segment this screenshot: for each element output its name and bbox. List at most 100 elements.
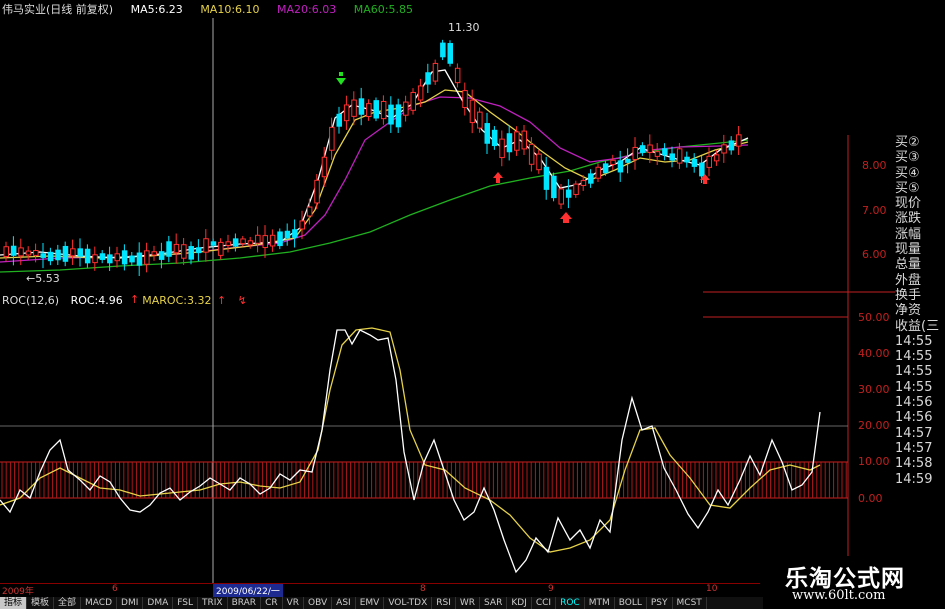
tab-dmi[interactable]: DMI (117, 597, 144, 609)
candle-body (602, 163, 609, 174)
tab-roc[interactable]: ROC (556, 597, 585, 609)
candle-body (462, 90, 468, 108)
quote-field-label: 总量 (895, 257, 922, 273)
candle-body (595, 166, 601, 179)
tab-全部[interactable]: 全部 (54, 597, 82, 609)
tab-rsi[interactable]: RSI (432, 597, 456, 609)
quote-field-label: 外盘 (895, 272, 922, 288)
candle-body (662, 148, 668, 156)
candlestick-series (3, 39, 742, 276)
candle-body (417, 85, 424, 101)
candle-body (647, 144, 653, 153)
tab-emv[interactable]: EMV (356, 597, 385, 609)
low-price-label: ←5.53 (26, 272, 60, 285)
candle-body (158, 251, 165, 260)
tick-time: 14:55 (895, 349, 933, 365)
tab-sar[interactable]: SAR (480, 597, 508, 609)
candle-body (247, 240, 254, 246)
tab-模板[interactable]: 模板 (27, 597, 55, 609)
candle-body (40, 253, 46, 258)
up-arrow-icon (493, 172, 503, 183)
quote-field-label: 现价 (895, 196, 922, 212)
candle-body (121, 250, 128, 265)
candle-body (181, 244, 187, 259)
candle-body (536, 153, 542, 171)
quote-field-label: 收益(三 (895, 318, 940, 334)
date-label: 6 (112, 584, 118, 594)
tick-time: 14:57 (895, 425, 933, 441)
maroc-arrow-icon: ↑ (216, 294, 227, 307)
candle-body (314, 179, 320, 204)
candle-body (351, 99, 357, 117)
candle-body (469, 99, 476, 124)
candle-body (654, 151, 661, 157)
tab-vol-tdx[interactable]: VOL-TDX (384, 597, 433, 609)
quote-field-label: 买⑤ (895, 180, 920, 196)
tab-指标[interactable]: 指标 (0, 597, 28, 609)
candle-body (107, 254, 113, 264)
signal-marker-icon: ↯ (237, 294, 247, 307)
down-arrow-icon (336, 72, 346, 85)
date-strip[interactable]: 2009年 6 2009/06/22/一 8 9 10 (0, 583, 760, 597)
candle-body (514, 131, 520, 151)
date-label: 10 (706, 584, 718, 594)
candle-body (299, 220, 305, 230)
candle-body (373, 100, 379, 119)
candle-body (70, 248, 76, 257)
tick-time: 14:57 (895, 440, 933, 456)
candle-body (18, 247, 24, 257)
candle-body (62, 245, 69, 262)
candle-body (262, 235, 268, 248)
candle-body (47, 251, 54, 262)
candle-body (25, 250, 32, 256)
maroc-value: MAROC:3.32 (142, 294, 212, 307)
tab-obv[interactable]: OBV (304, 597, 333, 609)
roc-name: ROC(12,6) (2, 294, 60, 307)
candle-body (388, 104, 394, 125)
tab-boll[interactable]: BOLL (615, 597, 647, 609)
tab-kdj[interactable]: KDJ (507, 597, 532, 609)
candle-body (721, 144, 727, 154)
roc-tick: 10.00 (858, 455, 890, 468)
candle-body (151, 251, 157, 256)
tab-mcst[interactable]: MCST (673, 597, 707, 609)
tab-brar[interactable]: BRAR (228, 597, 262, 609)
price-tick: 7.00 (862, 204, 887, 217)
tab-asi[interactable]: ASI (332, 597, 356, 609)
tick-time: 14:56 (895, 395, 933, 411)
tick-time: 14:56 (895, 410, 933, 426)
price-axis: 8.00 7.00 6.00 (862, 159, 887, 261)
roc-tick: 0.00 (858, 492, 883, 505)
tab-vr[interactable]: VR (283, 597, 305, 609)
tab-wr[interactable]: WR (456, 597, 481, 609)
candle-body (543, 166, 550, 190)
tick-time: 14:55 (895, 333, 933, 349)
candle-body (33, 250, 39, 256)
candle-body (639, 145, 646, 153)
tab-macd[interactable]: MACD (81, 597, 118, 609)
quote-field-label: 买② (895, 135, 920, 150)
candle-body (691, 158, 698, 167)
candle-body (506, 133, 513, 153)
quote-field-label: 涨幅 (895, 226, 922, 242)
candle-body (440, 42, 446, 58)
tab-cci[interactable]: CCI (532, 597, 557, 609)
candle-body (99, 253, 106, 260)
candle-body (521, 130, 527, 150)
candle-body (84, 248, 91, 264)
tab-trix[interactable]: TRIX (198, 597, 228, 609)
tab-cr[interactable]: CR (261, 597, 283, 609)
tab-dma[interactable]: DMA (143, 597, 174, 609)
tab-psy[interactable]: PSY (647, 597, 673, 609)
date-label: 9 (548, 584, 554, 594)
quote-field-label: 净资 (895, 303, 922, 319)
quote-field-label: 换手 (895, 287, 922, 303)
tab-mtm[interactable]: MTM (585, 597, 615, 609)
candle-body (218, 241, 224, 256)
candle-body (477, 111, 483, 129)
selected-date-label: 2009/06/22/一 (213, 584, 283, 597)
roc-legend: ROC(12,6) ROC:4.96 MAROC:3.32 ↑ ↯ (2, 294, 255, 308)
maroc-line (0, 327, 821, 553)
tab-fsl[interactable]: FSL (173, 597, 198, 609)
watermark-url: www.60lt.com (792, 588, 886, 603)
